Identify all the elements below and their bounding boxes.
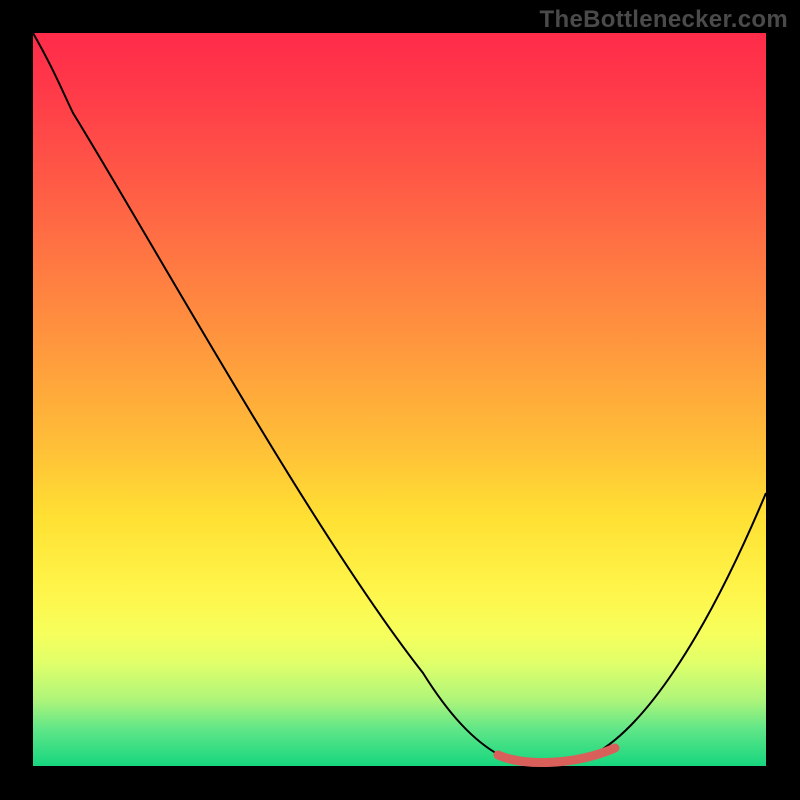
brand-watermark: TheBottlenecker.com <box>540 6 788 34</box>
bottleneck-curve <box>33 33 766 767</box>
curve-layer <box>33 33 766 766</box>
plot-area <box>33 33 766 766</box>
chart-frame: TheBottlenecker.com <box>0 0 800 800</box>
valley-highlight <box>498 748 615 763</box>
